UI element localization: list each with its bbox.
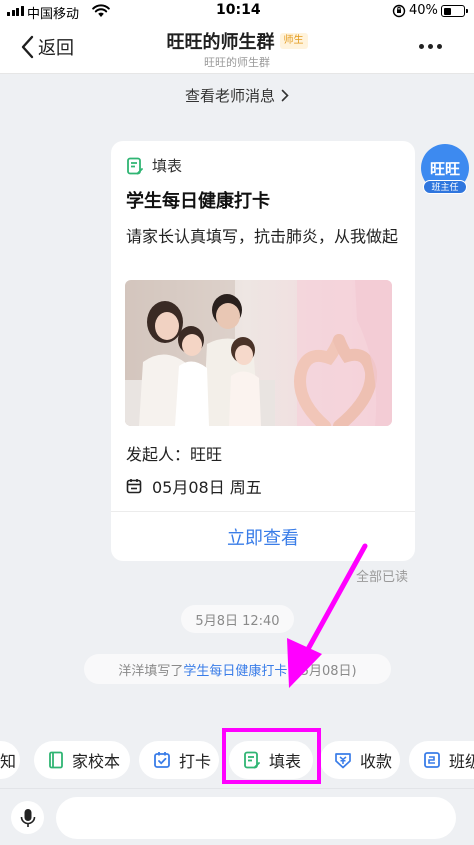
chevron-right-icon bbox=[281, 89, 289, 101]
tool-label: 打卡 bbox=[179, 752, 212, 771]
calendar-icon bbox=[126, 479, 142, 494]
more-button[interactable] bbox=[419, 44, 442, 49]
notice-prefix: 洋洋填写了 bbox=[118, 663, 184, 679]
tool-form[interactable]: 填表 bbox=[229, 741, 313, 779]
system-notice: 洋洋填写了 学生每日健康打卡 (05月08日) bbox=[84, 654, 391, 684]
input-bar bbox=[0, 788, 474, 845]
clock: 10:14 bbox=[216, 2, 261, 18]
tool-class[interactable]: 班级 bbox=[409, 741, 474, 779]
microphone-icon bbox=[20, 808, 35, 827]
tool-label: 家校本 bbox=[72, 752, 121, 771]
tool-label: 班级 bbox=[449, 752, 474, 771]
tool-label: 收款 bbox=[360, 752, 393, 771]
read-status[interactable]: 全部已读 bbox=[356, 566, 408, 585]
form-message-card[interactable]: 填表 学生每日健康打卡 请家长认真填写，抗击肺炎，从我做起 发起人：旺旺 05月… bbox=[111, 141, 415, 561]
quick-tools-bar: 知 家校本 打卡 填表 收款 班级 bbox=[0, 737, 474, 783]
card-description: 请家长认真填写，抗击肺炎，从我做起 bbox=[126, 227, 399, 246]
teacher-bar-label: 查看老师消息 bbox=[184, 86, 275, 105]
book-icon bbox=[49, 751, 63, 769]
message-input[interactable] bbox=[56, 797, 456, 839]
tool-checkin[interactable]: 打卡 bbox=[139, 741, 219, 779]
view-teacher-messages-button[interactable]: 查看老师消息 bbox=[0, 75, 474, 115]
card-sender: 发起人：旺旺 bbox=[126, 445, 223, 464]
signal-icon bbox=[7, 6, 24, 16]
tool-label: 填表 bbox=[269, 752, 302, 771]
card-type-label: 填表 bbox=[152, 157, 183, 175]
status-bar: 中国移动 10:14 40% bbox=[0, 0, 474, 22]
payment-icon bbox=[335, 753, 351, 769]
group-type-badge: 师生 bbox=[279, 33, 308, 49]
orientation-lock-icon bbox=[392, 4, 406, 18]
message-timestamp: 5月8日 12:40 bbox=[181, 605, 294, 633]
tool-payment[interactable]: 收款 bbox=[320, 741, 400, 779]
family-heart-hands-photo bbox=[125, 280, 392, 426]
notice-suffix: (05月08日) bbox=[287, 663, 357, 679]
avatar-role-badge: 班主任 bbox=[423, 180, 467, 194]
tool-label: 知 bbox=[0, 752, 17, 771]
nav-bar: 返回 旺旺的师生群 师生 旺旺的师生群 bbox=[0, 22, 474, 74]
wifi-icon bbox=[92, 4, 110, 17]
carrier-name: 中国移动 bbox=[27, 7, 80, 22]
card-date: 05月08日 周五 bbox=[152, 478, 262, 497]
more-icon bbox=[419, 44, 424, 49]
form-icon bbox=[244, 751, 260, 769]
card-title: 学生每日健康打卡 bbox=[126, 191, 270, 212]
battery-percent: 40% bbox=[409, 3, 438, 18]
battery-icon bbox=[441, 5, 468, 17]
tool-home-school-book[interactable]: 家校本 bbox=[34, 741, 130, 779]
checkin-icon bbox=[154, 752, 170, 768]
notice-form-link[interactable]: 学生每日健康打卡 bbox=[183, 660, 287, 679]
view-now-button[interactable]: 立即查看 bbox=[111, 512, 415, 561]
tool-notice[interactable]: 知 bbox=[0, 741, 20, 779]
page-title: 旺旺的师生群 bbox=[166, 32, 275, 53]
page-subtitle: 旺旺的师生群 bbox=[204, 56, 270, 69]
voice-button[interactable] bbox=[11, 801, 44, 834]
form-icon bbox=[127, 157, 143, 174]
class-icon bbox=[424, 752, 440, 768]
